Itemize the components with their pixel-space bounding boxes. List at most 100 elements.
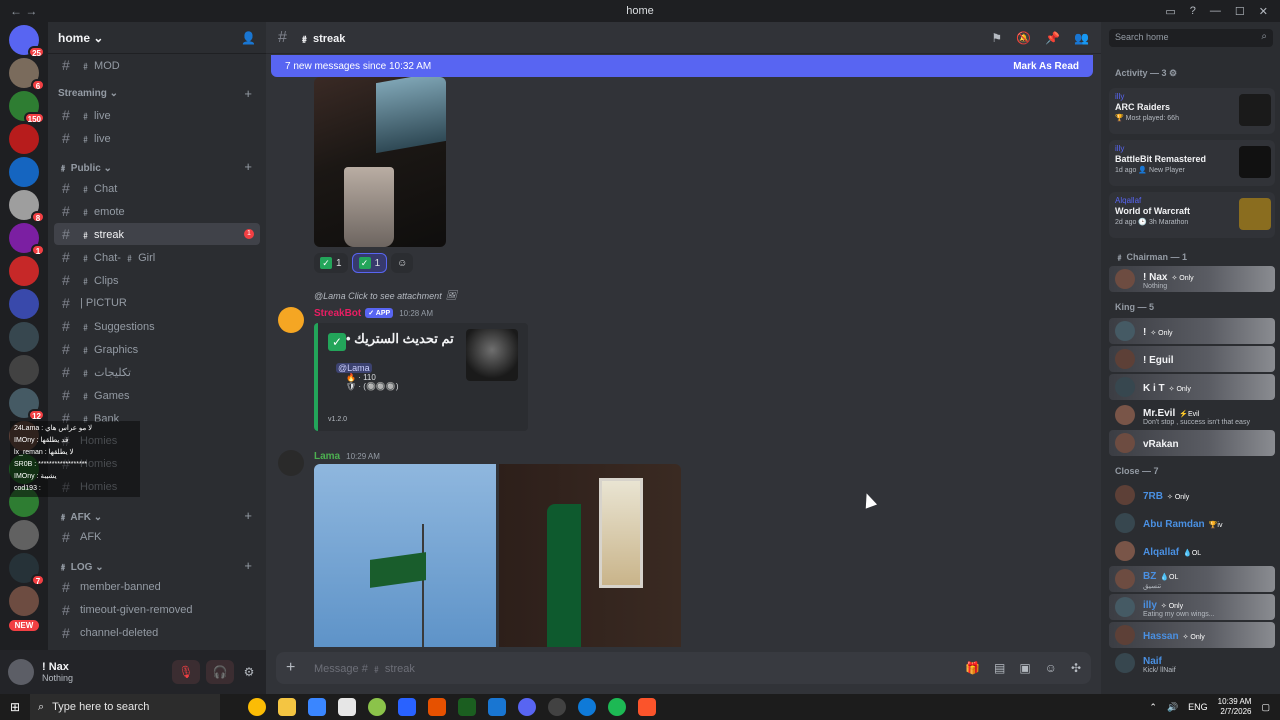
server-icon[interactable] [9, 586, 39, 616]
brave-icon[interactable] [638, 698, 656, 716]
member-row[interactable]: BZ 💧OL تنسيق [1109, 566, 1275, 592]
help-icon[interactable]: ? [1190, 5, 1196, 17]
channel-item[interactable]: # ﹟ Chat- ﹟ Girl [54, 246, 260, 268]
flag-photo-indoor[interactable] [499, 464, 681, 647]
member-row[interactable]: vRakan [1109, 430, 1275, 456]
message-author[interactable]: Lama 10:29 AM [314, 451, 380, 462]
app-icon[interactable] [458, 698, 476, 716]
activity-card[interactable]: illy ARC Raiders 🏆 Most played: 66h [1109, 88, 1275, 134]
clock[interactable]: 10:39 AM 2/7/2026 [1218, 697, 1252, 717]
edge-icon[interactable] [578, 698, 596, 716]
bot-author[interactable]: StreakBot ✓ APP 10:28 AM [314, 308, 433, 319]
server-icon[interactable]: 25 [9, 25, 45, 58]
server-icon[interactable]: 6 [9, 58, 45, 91]
user-mention[interactable]: @Lama [336, 363, 372, 373]
file-explorer-icon[interactable] [278, 698, 296, 716]
channel-item[interactable]: # channel-deleted [54, 622, 260, 644]
member-row[interactable]: Abu Ramdan 🏆iv [1109, 510, 1275, 536]
notification-icon[interactable]: ▢ [1261, 702, 1270, 713]
inbox-icon[interactable]: ▭ [1165, 5, 1175, 18]
server-icon[interactable]: 7 [9, 553, 45, 586]
attach-plus-icon[interactable]: + [286, 659, 314, 677]
member-row[interactable]: 7RB ✧ Only [1109, 482, 1275, 508]
add-channel-icon[interactable]: + [244, 86, 252, 101]
server-icon[interactable] [9, 256, 39, 286]
mark-as-read-button[interactable]: Mark As Read [1013, 61, 1079, 72]
user-avatar[interactable] [278, 450, 304, 476]
activity-card[interactable]: illy BattleBit Remastered 1d ago 👤 New Pla… [1109, 140, 1275, 186]
steam-icon[interactable] [488, 698, 506, 716]
channel-item[interactable]: # ﹟ Chat [54, 177, 260, 199]
member-row[interactable]: ! Nax ✧ Only Nothing [1109, 266, 1275, 292]
server-icon[interactable]: 150 [9, 91, 45, 124]
reaction-check-mine[interactable]: ✓ 1 [351, 253, 388, 273]
server-icon[interactable]: 8 [9, 190, 45, 223]
channel-category[interactable]: ﹟ LOG ⌄ + [48, 554, 266, 576]
language-indicator[interactable]: ENG [1188, 702, 1208, 712]
reply-preview[interactable]: @Lama Click to see attachment 🖼 [314, 290, 457, 301]
apps-icon[interactable]: ✣ [1071, 661, 1081, 675]
store-icon[interactable] [308, 698, 326, 716]
mail-icon[interactable] [338, 698, 356, 716]
channel-item[interactable]: # | PICTUR [54, 292, 260, 314]
add-channel-icon[interactable]: + [244, 508, 252, 523]
mute-button[interactable]: 🎙 [172, 660, 200, 684]
server-icon[interactable] [9, 124, 39, 154]
activity-card[interactable]: Alqallaf World of Warcraft 2d ago 🕒 3h Mar… [1109, 192, 1275, 238]
chrome-icon[interactable] [248, 698, 266, 716]
channel-item[interactable]: # ﹟ streak 1 [54, 223, 260, 245]
member-row[interactable]: Naif Kick/ llNaif [1109, 650, 1275, 676]
channel-item[interactable]: # ﹟ emote [54, 200, 260, 222]
member-row[interactable]: illy ✧ Only Eating my own wings... [1109, 594, 1275, 620]
add-channel-icon[interactable]: + [244, 558, 252, 573]
avatar[interactable] [8, 659, 34, 685]
channel-item[interactable]: # ﹟ live [54, 127, 260, 149]
channel-item[interactable]: # ﹟ Suggestions [54, 315, 260, 337]
server-icon[interactable]: 1 [9, 223, 45, 256]
search-input[interactable]: Search home ⌕ [1109, 29, 1273, 47]
channel-item[interactable]: # member-banned [54, 576, 260, 598]
pin-icon[interactable]: 📌 [1045, 31, 1060, 45]
member-row[interactable]: Mr.Evil ⚡Evil Don't stop , success isn't t… [1109, 402, 1275, 428]
channel-category[interactable]: ﹟ Public ⌄ + [48, 155, 266, 177]
attachment-image[interactable] [314, 77, 446, 247]
threads-icon[interactable]: ⚑ [991, 31, 1002, 45]
add-reaction-button[interactable]: ☺ [391, 253, 414, 273]
server-icon[interactable] [9, 322, 39, 352]
embed-thumbnail[interactable] [466, 329, 518, 381]
channel-category[interactable]: ﹟ AFK ⌄ + [48, 504, 266, 526]
channel-item[interactable]: # ﹟ تكليجات [54, 361, 260, 383]
channel-item[interactable]: # ﹟ Graphics [54, 338, 260, 360]
gif-icon[interactable]: ▤ [994, 661, 1005, 675]
windows-start-icon[interactable]: ⊞ [0, 700, 30, 714]
channel-item[interactable]: # AFK [54, 526, 260, 548]
channel-item[interactable]: # timeout-given-removed [54, 599, 260, 621]
guild-header[interactable]: home ⌄ 👤 [48, 22, 266, 54]
server-icon[interactable] [9, 520, 39, 550]
discord-icon[interactable] [518, 698, 536, 716]
member-row[interactable]: K i T ✧ Only [1109, 374, 1275, 400]
app-icon[interactable] [368, 698, 386, 716]
sticker-icon[interactable]: ▣ [1019, 661, 1030, 675]
app-icon[interactable] [428, 698, 446, 716]
server-icon[interactable] [9, 355, 39, 385]
volume-icon[interactable]: 🔊 [1167, 702, 1178, 713]
app-icon[interactable] [398, 698, 416, 716]
add-channel-icon[interactable]: + [244, 159, 252, 174]
channel-item[interactable]: # ﹟ Games [54, 384, 260, 406]
gift-icon[interactable]: 🎁 [965, 661, 980, 675]
channel-item[interactable]: # ﹟ live [54, 104, 260, 126]
new-messages-bar[interactable]: 7 new messages since 10:32 AM Mark As Re… [271, 55, 1093, 77]
channel-item[interactable]: # ﹟ MOD [54, 54, 260, 76]
tray-chevron-icon[interactable]: ⌃ [1149, 702, 1157, 713]
close-button[interactable]: ✕ [1259, 5, 1268, 18]
member-row[interactable]: ! ✧ Only [1109, 318, 1275, 344]
taskbar-search[interactable]: ⌕ Type here to search [30, 694, 220, 720]
invite-icon[interactable]: 👤 [241, 31, 256, 45]
server-icon[interactable] [9, 157, 39, 187]
deafen-button[interactable]: 🎧 [206, 660, 234, 684]
settings-gear-icon[interactable]: ⚙ [240, 660, 258, 684]
server-icon[interactable] [9, 289, 39, 319]
spotify-icon[interactable] [608, 698, 626, 716]
minimize-button[interactable]: — [1210, 5, 1221, 17]
